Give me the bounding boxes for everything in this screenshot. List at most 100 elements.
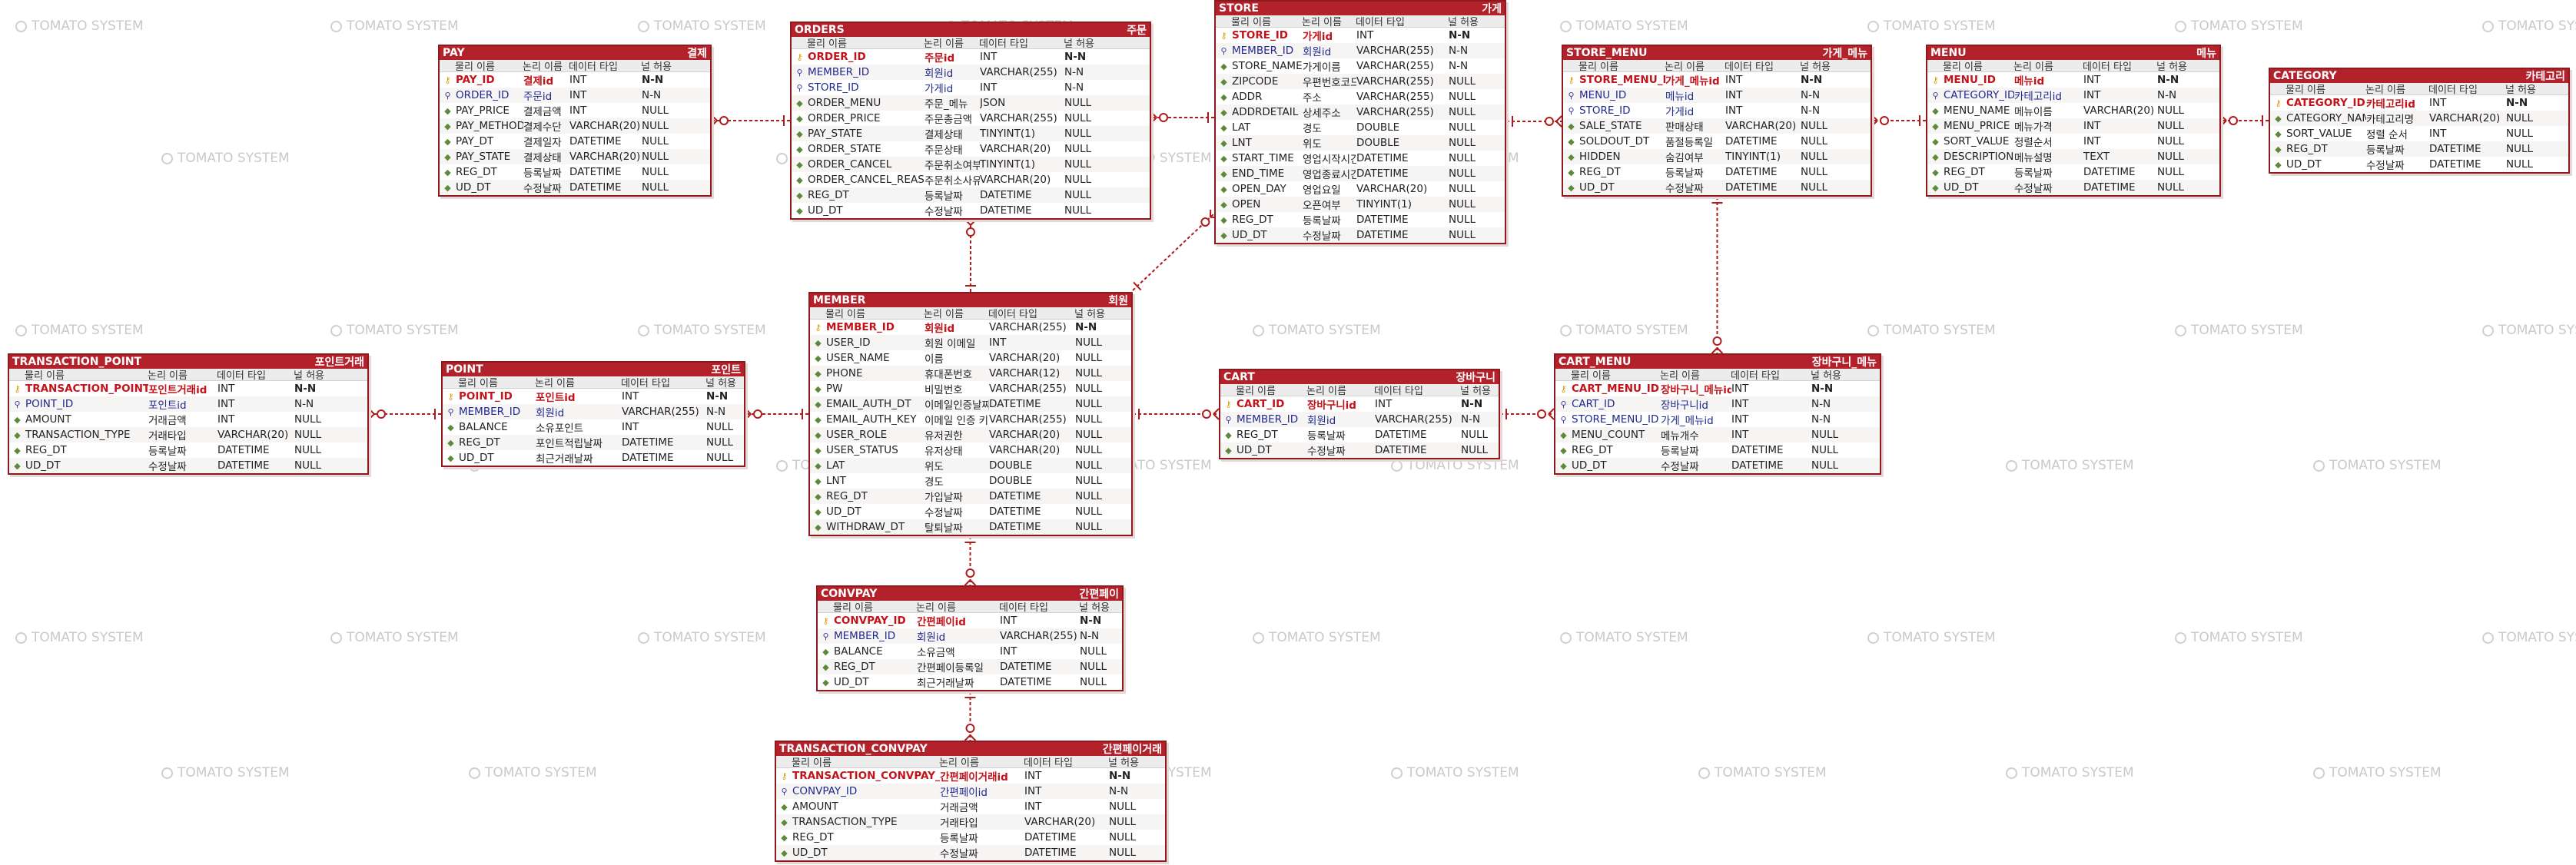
- table-menu[interactable]: MENU 메뉴 물리 이름 논리 이름 데이터 타입 널 허용 ⚷ MENU_ID 메뉴id IN…: [1926, 45, 2221, 197]
- table-row[interactable]: ◆ SALE_STATE 판매상태 VARCHAR(20) NULL: [1563, 118, 1871, 134]
- table-transaction-convpay[interactable]: TRANSACTION_CONVPAY 간편페이거래 물리 이름 논리 이름 데이터 타…: [775, 741, 1167, 862]
- table-row[interactable]: ⚲ MEMBER_ID 회원id VARCHAR(255) N-N: [443, 404, 744, 419]
- table-row[interactable]: ◆ USER_NAME 이름 VARCHAR(20) NULL: [810, 350, 1131, 366]
- table-row[interactable]: ◆ ORDER_CANCEL_REASON주문취소사유VARCHAR(20) NUL…: [792, 172, 1150, 187]
- table-row[interactable]: ⚷ PAY_ID 결제id INT N-N: [440, 72, 710, 88]
- table-row[interactable]: ⚲ POINT_ID 포인트id INT N-N: [9, 396, 367, 412]
- table-row[interactable]: ⚲ MEMBER_ID 회원id VARCHAR(255) N-N: [1220, 412, 1499, 427]
- table-point[interactable]: POINT 포인트 물리 이름 논리 이름 데이터 타입 널 허용 ⚷ POINT_ID 포인트…: [441, 361, 745, 467]
- table-row[interactable]: ◆ UD_DT 수정날짜 DATETIME NULL: [440, 180, 710, 195]
- table-row[interactable]: ◆ ORDER_STATE 주문상태 VARCHAR(20) NULL: [792, 141, 1150, 157]
- table-header[interactable]: ORDERS 주문: [792, 23, 1150, 37]
- table-row[interactable]: ◆ UD_DT 수정날짜 DATETIME NULL: [1555, 458, 1880, 473]
- table-row[interactable]: ◆ TRANSACTION_TYPE 거래타입 VARCHAR(20) NULL: [9, 427, 367, 442]
- table-header[interactable]: STORE_MENU 가게_메뉴: [1563, 46, 1871, 60]
- table-row[interactable]: ◆ TRANSACTION_TYPE 거래타입 VARCHAR(20) NULL: [776, 814, 1165, 830]
- table-row[interactable]: ⚷ STORE_ID 가게id INT N-N: [1216, 28, 1505, 43]
- table-row[interactable]: ◆ AMOUNT 거래금액 INT NULL: [776, 799, 1165, 814]
- table-row[interactable]: ◆ ORDER_CANCEL 주문취소여부 TINYINT(1) NULL: [792, 157, 1150, 172]
- table-row[interactable]: ◆ REG_DT 등록날짜 DATETIME NULL: [9, 442, 367, 458]
- table-row[interactable]: ◆ ZIPCODE 우편번호코드 VARCHAR(255) NULL: [1216, 74, 1505, 89]
- table-row[interactable]: ◆ PW 비밀번호 VARCHAR(255) NULL: [810, 381, 1131, 396]
- table-row[interactable]: ⚲ STORE_MENU_ID 가게_메뉴id INT N-N: [1555, 412, 1880, 427]
- table-header[interactable]: CART_MENU 장바구니_메뉴: [1555, 355, 1880, 369]
- table-cart[interactable]: CART 장바구니 물리 이름 논리 이름 데이터 타입 널 허용 ⚷ CART_ID 장바구니…: [1219, 369, 1500, 459]
- table-row[interactable]: ◆ UD_DT 수정날짜 DATETIME NULL: [776, 845, 1165, 860]
- table-row[interactable]: ◆ PHONE 휴대폰번호 VARCHAR(12) NULL: [810, 366, 1131, 381]
- table-row[interactable]: ⚲ CATEGORY_ID 카테고리id INT N-N: [1927, 88, 2219, 103]
- table-row[interactable]: ⚷ MENU_ID 메뉴id INT N-N: [1927, 72, 2219, 88]
- table-row[interactable]: ◆ SOLDOUT_DT 품절등록일 DATETIME NULL: [1563, 134, 1871, 149]
- table-row[interactable]: ◆ AMOUNT 거래금액 INT NULL: [9, 412, 367, 427]
- table-row[interactable]: ◆ PAY_STATE 결제상태 VARCHAR(20) NULL: [440, 149, 710, 164]
- table-orders[interactable]: ORDERS 주문 물리 이름 논리 이름 데이터 타입 널 허용 ⚷ ORDER_ID 주문i…: [790, 22, 1151, 220]
- table-row[interactable]: ⚲ ORDER_ID 주문id INT N-N: [440, 88, 710, 103]
- table-row[interactable]: ◆ REG_DT 등록날짜 DATETIME NULL: [1927, 164, 2219, 180]
- table-row[interactable]: ◆ UD_DT 최근거래날짜 DATETIME NULL: [818, 674, 1122, 690]
- table-row[interactable]: ◆ DESCRIPTION 메뉴설명 TEXT NULL: [1927, 149, 2219, 164]
- table-row[interactable]: ◆ UD_DT 수정날짜 DATETIME NULL: [1216, 227, 1505, 243]
- table-row[interactable]: ◆ LNT 경도 DOUBLE NULL: [810, 473, 1131, 489]
- table-header[interactable]: CART 장바구니: [1220, 370, 1499, 384]
- table-row[interactable]: ◆ MENU_NAME 메뉴이름 VARCHAR(20) NULL: [1927, 103, 2219, 118]
- table-row[interactable]: ◆ REG_DT 등록날짜 DATETIME NULL: [776, 830, 1165, 845]
- table-row[interactable]: ◆ STORE_NAME 가게이름 VARCHAR(255) N-N: [1216, 58, 1505, 74]
- table-row[interactable]: ◆ UD_DT 수정날짜 DATETIME NULL: [810, 504, 1131, 519]
- table-row[interactable]: ⚲ MEMBER_ID 회원id VARCHAR(255) N-N: [1216, 43, 1505, 58]
- table-row[interactable]: ⚲ MEMBER_ID 회원id VARCHAR(255) N-N: [792, 65, 1150, 80]
- table-row[interactable]: ◆ PAY_PRICE 결제금액 INT NULL: [440, 103, 710, 118]
- table-row[interactable]: ⚷ TRANSACTION_CONVPAY_ID 간편페이거래id INT N-N: [776, 768, 1165, 784]
- table-header[interactable]: CONVPAY 간편페이: [818, 587, 1122, 601]
- table-header[interactable]: MEMBER 회원: [810, 293, 1131, 307]
- table-row[interactable]: ⚲ MENU_ID 메뉴id INT N-N: [1563, 88, 1871, 103]
- table-row[interactable]: ◆ REG_DT 간편페이등록일 DATETIME NULL: [818, 659, 1122, 674]
- table-row[interactable]: ◆ UD_DT 최근거래날짜 DATETIME NULL: [443, 450, 744, 466]
- table-row[interactable]: ⚷ CONVPAY_ID 간편페이id INT N-N: [818, 613, 1122, 628]
- table-row[interactable]: ⚲ MEMBER_ID 회원id VARCHAR(255) N-N: [818, 628, 1122, 644]
- table-row[interactable]: ◆ LAT 경도 DOUBLE NULL: [1216, 120, 1505, 135]
- table-row[interactable]: ◆ LNT 위도 DOUBLE NULL: [1216, 135, 1505, 151]
- table-header[interactable]: TRANSACTION_POINT 포인트거래: [9, 355, 367, 369]
- table-row[interactable]: ⚷ CART_MENU_ID 장바구니_메뉴id INT N-N: [1555, 381, 1880, 396]
- table-row[interactable]: ◆ OPEN_DAY 영업요일 VARCHAR(20) NULL: [1216, 181, 1505, 197]
- table-header[interactable]: CATEGORY 카테고리: [2270, 69, 2568, 83]
- table-row[interactable]: ⚲ CONVPAY_ID 간편페이id INT N-N: [776, 784, 1165, 799]
- table-row[interactable]: ⚲ CART_ID 장바구니id INT N-N: [1555, 396, 1880, 412]
- table-row[interactable]: ⚷ ORDER_ID 주문id INT N-N: [792, 49, 1150, 65]
- table-transaction-point[interactable]: TRANSACTION_POINT 포인트거래 물리 이름 논리 이름 데이터 타입 널 …: [8, 353, 369, 475]
- table-cart-menu[interactable]: CART_MENU 장바구니_메뉴 물리 이름 논리 이름 데이터 타입 널 허용 ⚷ CAR…: [1554, 353, 1881, 475]
- table-row[interactable]: ◆ HIDDEN 숨김여부 TINYINT(1) NULL: [1563, 149, 1871, 164]
- table-row[interactable]: ◆ REG_DT 포인트적립날짜 DATETIME NULL: [443, 435, 744, 450]
- table-header[interactable]: MENU 메뉴: [1927, 46, 2219, 60]
- table-row[interactable]: ◆ START_TIME 영업시작시간 DATETIME NULL: [1216, 151, 1505, 166]
- table-row[interactable]: ◆ BALANCE 소유금액 INT NULL: [818, 644, 1122, 659]
- table-header[interactable]: POINT 포인트: [443, 363, 744, 376]
- table-row[interactable]: ◆ ADDR 주소 VARCHAR(255) NULL: [1216, 89, 1505, 104]
- table-row[interactable]: ⚷ CART_ID 장바구니id INT N-N: [1220, 396, 1499, 412]
- table-row[interactable]: ◆ PAY_DT 결제일자 DATETIME NULL: [440, 134, 710, 149]
- table-row[interactable]: ◆ BALANCE 소유포인트 INT NULL: [443, 419, 744, 435]
- table-row[interactable]: ◆ PAY_METHOD 결제수단 VARCHAR(20) NULL: [440, 118, 710, 134]
- table-row[interactable]: ◆ USER_STATUS 유저상태 VARCHAR(20) NULL: [810, 442, 1131, 458]
- table-member[interactable]: MEMBER 회원 물리 이름 논리 이름 데이터 타입 널 허용 ⚷ MEMBER_ID 회원…: [808, 292, 1133, 536]
- table-row[interactable]: ◆ UD_DT 수정날짜 DATETIME NULL: [1220, 442, 1499, 458]
- table-row[interactable]: ◆ END_TIME 영업종료시간 DATETIME NULL: [1216, 166, 1505, 181]
- table-row[interactable]: ◆ REG_DT 등록날짜 DATETIME NULL: [1216, 212, 1505, 227]
- table-row[interactable]: ◆ REG_DT 가입날짜 DATETIME NULL: [810, 489, 1131, 504]
- table-row[interactable]: ◆ MENU_PRICE 메뉴가격 INT NULL: [1927, 118, 2219, 134]
- table-convpay[interactable]: CONVPAY 간편페이 물리 이름 논리 이름 데이터 타입 널 허용 ⚷ CONVPAY_…: [816, 585, 1124, 691]
- table-pay[interactable]: PAY 결제 물리 이름 논리 이름 데이터 타입 널 허용 ⚷ PAY_ID 결제id INT N…: [438, 45, 712, 197]
- table-row[interactable]: ◆ ADDRDETAIL 상세주소 VARCHAR(255) NULL: [1216, 104, 1505, 120]
- table-row[interactable]: ⚷ TRANSACTION_POINT_ID포인트거래id INT N-N: [9, 381, 367, 396]
- table-row[interactable]: ◆ SORT_VALUE 정렬순서 INT NULL: [1927, 134, 2219, 149]
- table-row[interactable]: ◆ EMAIL_AUTH_DT 이메일인증날짜 DATETIME NULL: [810, 396, 1131, 412]
- table-row[interactable]: ◆ REG_DT 등록날짜 DATETIME NULL: [440, 164, 710, 180]
- table-row[interactable]: ◆ UD_DT 수정날짜 DATETIME NULL: [9, 458, 367, 473]
- table-store[interactable]: STORE 가게 물리 이름 논리 이름 데이터 타입 널 허용 ⚷ STORE_ID 가게id…: [1214, 0, 1506, 244]
- table-row[interactable]: ◆ UD_DT 수정날짜 DATETIME NULL: [792, 203, 1150, 218]
- table-header[interactable]: PAY 결제: [440, 46, 710, 60]
- table-store-menu[interactable]: STORE_MENU 가게_메뉴 물리 이름 논리 이름 데이터 타입 널 허용 ⚷ STOR…: [1562, 45, 1872, 197]
- table-row[interactable]: ◆ USER_ID 회원 이메일 INT NULL: [810, 335, 1131, 350]
- table-row[interactable]: ◆ REG_DT 등록날짜 DATETIME NULL: [1563, 164, 1871, 180]
- table-row[interactable]: ◆ WITHDRAW_DT 탈퇴날짜 DATETIME NULL: [810, 519, 1131, 535]
